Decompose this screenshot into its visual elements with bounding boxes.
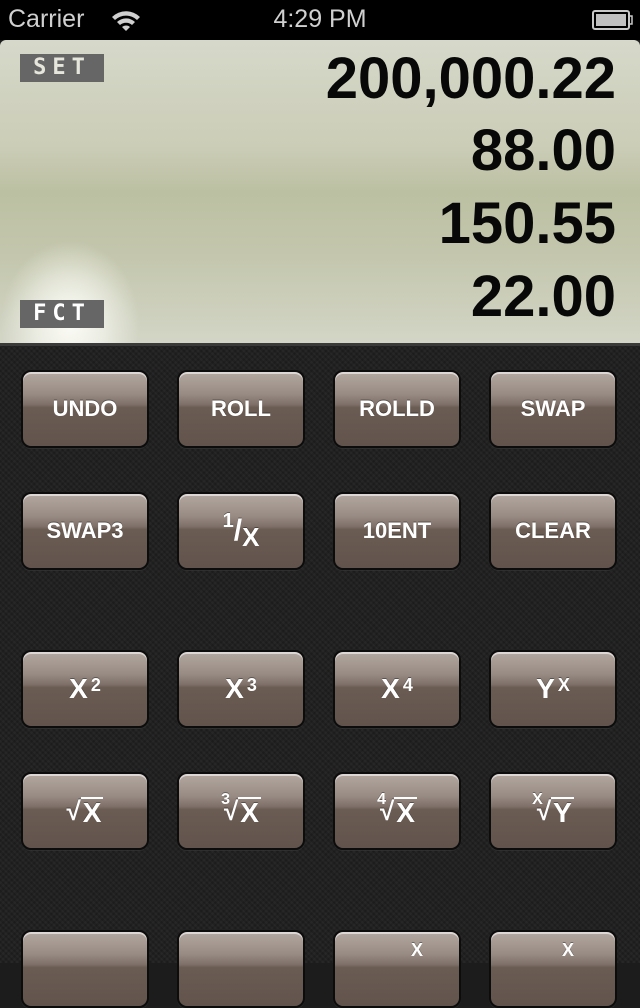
square-button[interactable]: X2	[21, 650, 149, 728]
sqrt-button[interactable]: √ X	[21, 772, 149, 850]
swap3-label: SWAP3	[46, 518, 124, 543]
rolld-label: ROLLD	[359, 396, 435, 421]
reciprocal-slash: /	[233, 514, 243, 547]
root-index: 3	[221, 790, 230, 808]
battery-icon	[592, 10, 633, 30]
fourth-root-symbol: 4 √ X	[377, 791, 417, 828]
tenent-button[interactable]: 10ENT	[333, 492, 461, 570]
root-index: 4	[377, 790, 386, 808]
fourth-power-button[interactable]: X4	[333, 650, 461, 728]
row4-key-4[interactable]: X	[489, 930, 617, 1008]
cube-button[interactable]: X3	[177, 650, 305, 728]
clear-button[interactable]: CLEAR	[489, 492, 617, 570]
stack-register-x: 22.00	[470, 264, 616, 329]
sqrt-symbol: √ X	[67, 796, 104, 827]
square-base: X	[69, 673, 88, 704]
stack-register-y: 150.55	[438, 191, 616, 256]
root-index: X	[532, 790, 543, 808]
set-indicator: SET	[20, 54, 104, 82]
roll-label: ROLL	[211, 396, 271, 421]
swap-label: SWAP	[520, 396, 586, 421]
radicand: X	[394, 796, 417, 828]
calculator-display: SET FCT 200,000.22 88.00 150.55 22.00	[0, 40, 640, 343]
row4-key-1[interactable]	[21, 930, 149, 1008]
undo-label: UNDO	[52, 396, 118, 421]
square-exponent: 2	[90, 674, 101, 695]
radical-icon: √	[66, 795, 81, 826]
radicand: X	[238, 796, 261, 828]
radicand: X	[80, 796, 104, 828]
stack-register-z: 88.00	[470, 118, 616, 183]
fourth-root-button[interactable]: 4 √ X	[333, 772, 461, 850]
row4-key-2[interactable]	[177, 930, 305, 1008]
y-to-x-base: Y	[536, 673, 555, 704]
radicand: Y	[551, 796, 574, 828]
reciprocal-numerator: 1	[222, 509, 234, 532]
clear-label: CLEAR	[515, 518, 591, 543]
fourth-power-base: X	[381, 673, 400, 704]
swap-button[interactable]: SWAP	[489, 370, 617, 448]
row4-key-3-superscript: X	[410, 940, 423, 960]
row4-key-4-superscript: X	[561, 940, 574, 960]
y-to-x-exponent: X	[557, 674, 570, 695]
fourth-power-exponent: 4	[402, 674, 413, 695]
reciprocal-button[interactable]: 1 / X	[177, 492, 305, 570]
clock: 4:29 PM	[273, 5, 367, 33]
y-to-x-button[interactable]: YX	[489, 650, 617, 728]
x-root-y-button[interactable]: X √ Y	[489, 772, 617, 850]
cube-root-button[interactable]: 3 √ X	[177, 772, 305, 850]
fct-indicator: FCT	[20, 300, 104, 328]
roll-button[interactable]: ROLL	[177, 370, 305, 448]
row4-key-3[interactable]: X	[333, 930, 461, 1008]
cube-base: X	[225, 673, 244, 704]
undo-button[interactable]: UNDO	[21, 370, 149, 448]
cube-root-symbol: 3 √ X	[221, 791, 261, 828]
x-root-y-symbol: X √ Y	[532, 791, 574, 828]
cube-exponent: 3	[246, 674, 257, 695]
rolld-button[interactable]: ROLLD	[333, 370, 461, 448]
status-bar: Carrier 4:29 PM	[0, 0, 640, 40]
swap3-button[interactable]: SWAP3	[21, 492, 149, 570]
stack-register-t: 200,000.22	[325, 46, 616, 111]
reciprocal-denominator: X	[242, 521, 260, 552]
tenent-label: 10ENT	[362, 518, 432, 543]
